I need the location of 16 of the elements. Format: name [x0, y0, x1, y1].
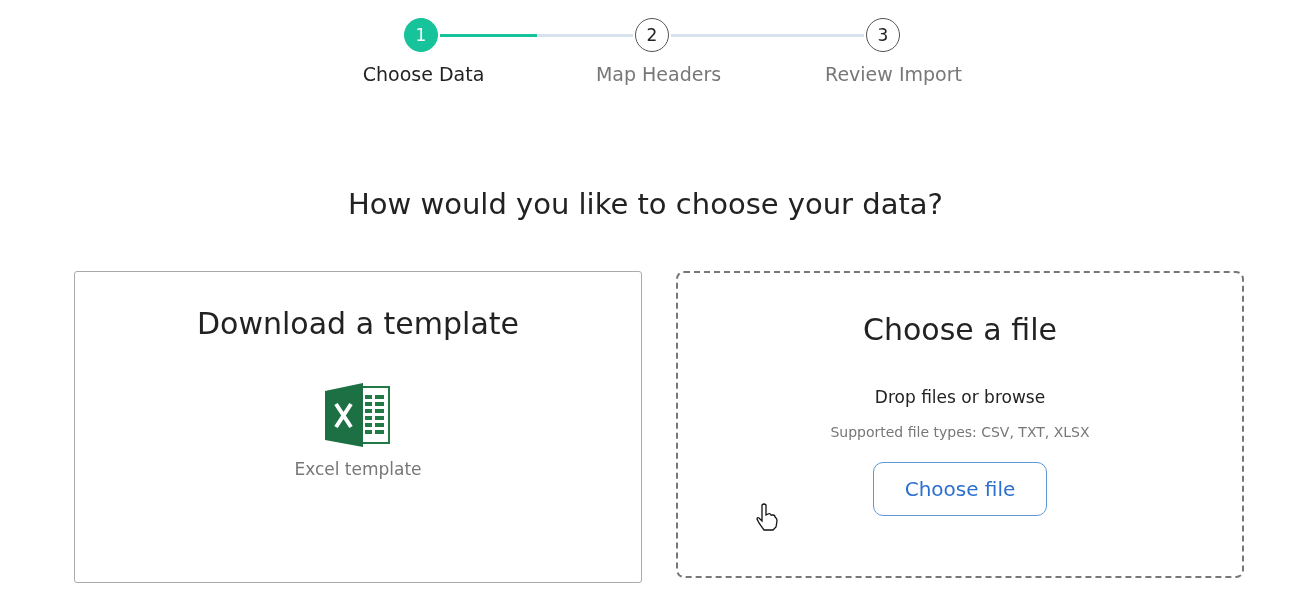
file-label: Excel template [294, 459, 422, 479]
step-number[interactable]: 3 [866, 18, 900, 52]
step-label[interactable]: Map Headers [595, 63, 722, 85]
hand-cursor-icon [756, 503, 778, 531]
choose-file-button[interactable]: Choose file [873, 462, 1047, 516]
card-title: Download a template [197, 306, 519, 341]
spreadsheet-icon[interactable] [325, 383, 391, 447]
page-heading: How would you like to choose your data? [347, 187, 944, 221]
template-card[interactable]: Download a template Excel template [74, 271, 642, 583]
file-types-hint: Supported file types: CSV, TXT, XLSX [830, 424, 1090, 440]
card-title: Choose a file [863, 312, 1057, 347]
step-label[interactable]: Choose Data [362, 63, 485, 85]
drop-prompt: Drop files or browse [874, 387, 1046, 407]
drop-zone[interactable]: Choose a file Drop files or browse Supported file types: CSV, TXT, XLSX Choose file [676, 271, 1244, 578]
step-number[interactable]: 2 [635, 18, 669, 52]
step-label[interactable]: Review Import [825, 63, 962, 85]
